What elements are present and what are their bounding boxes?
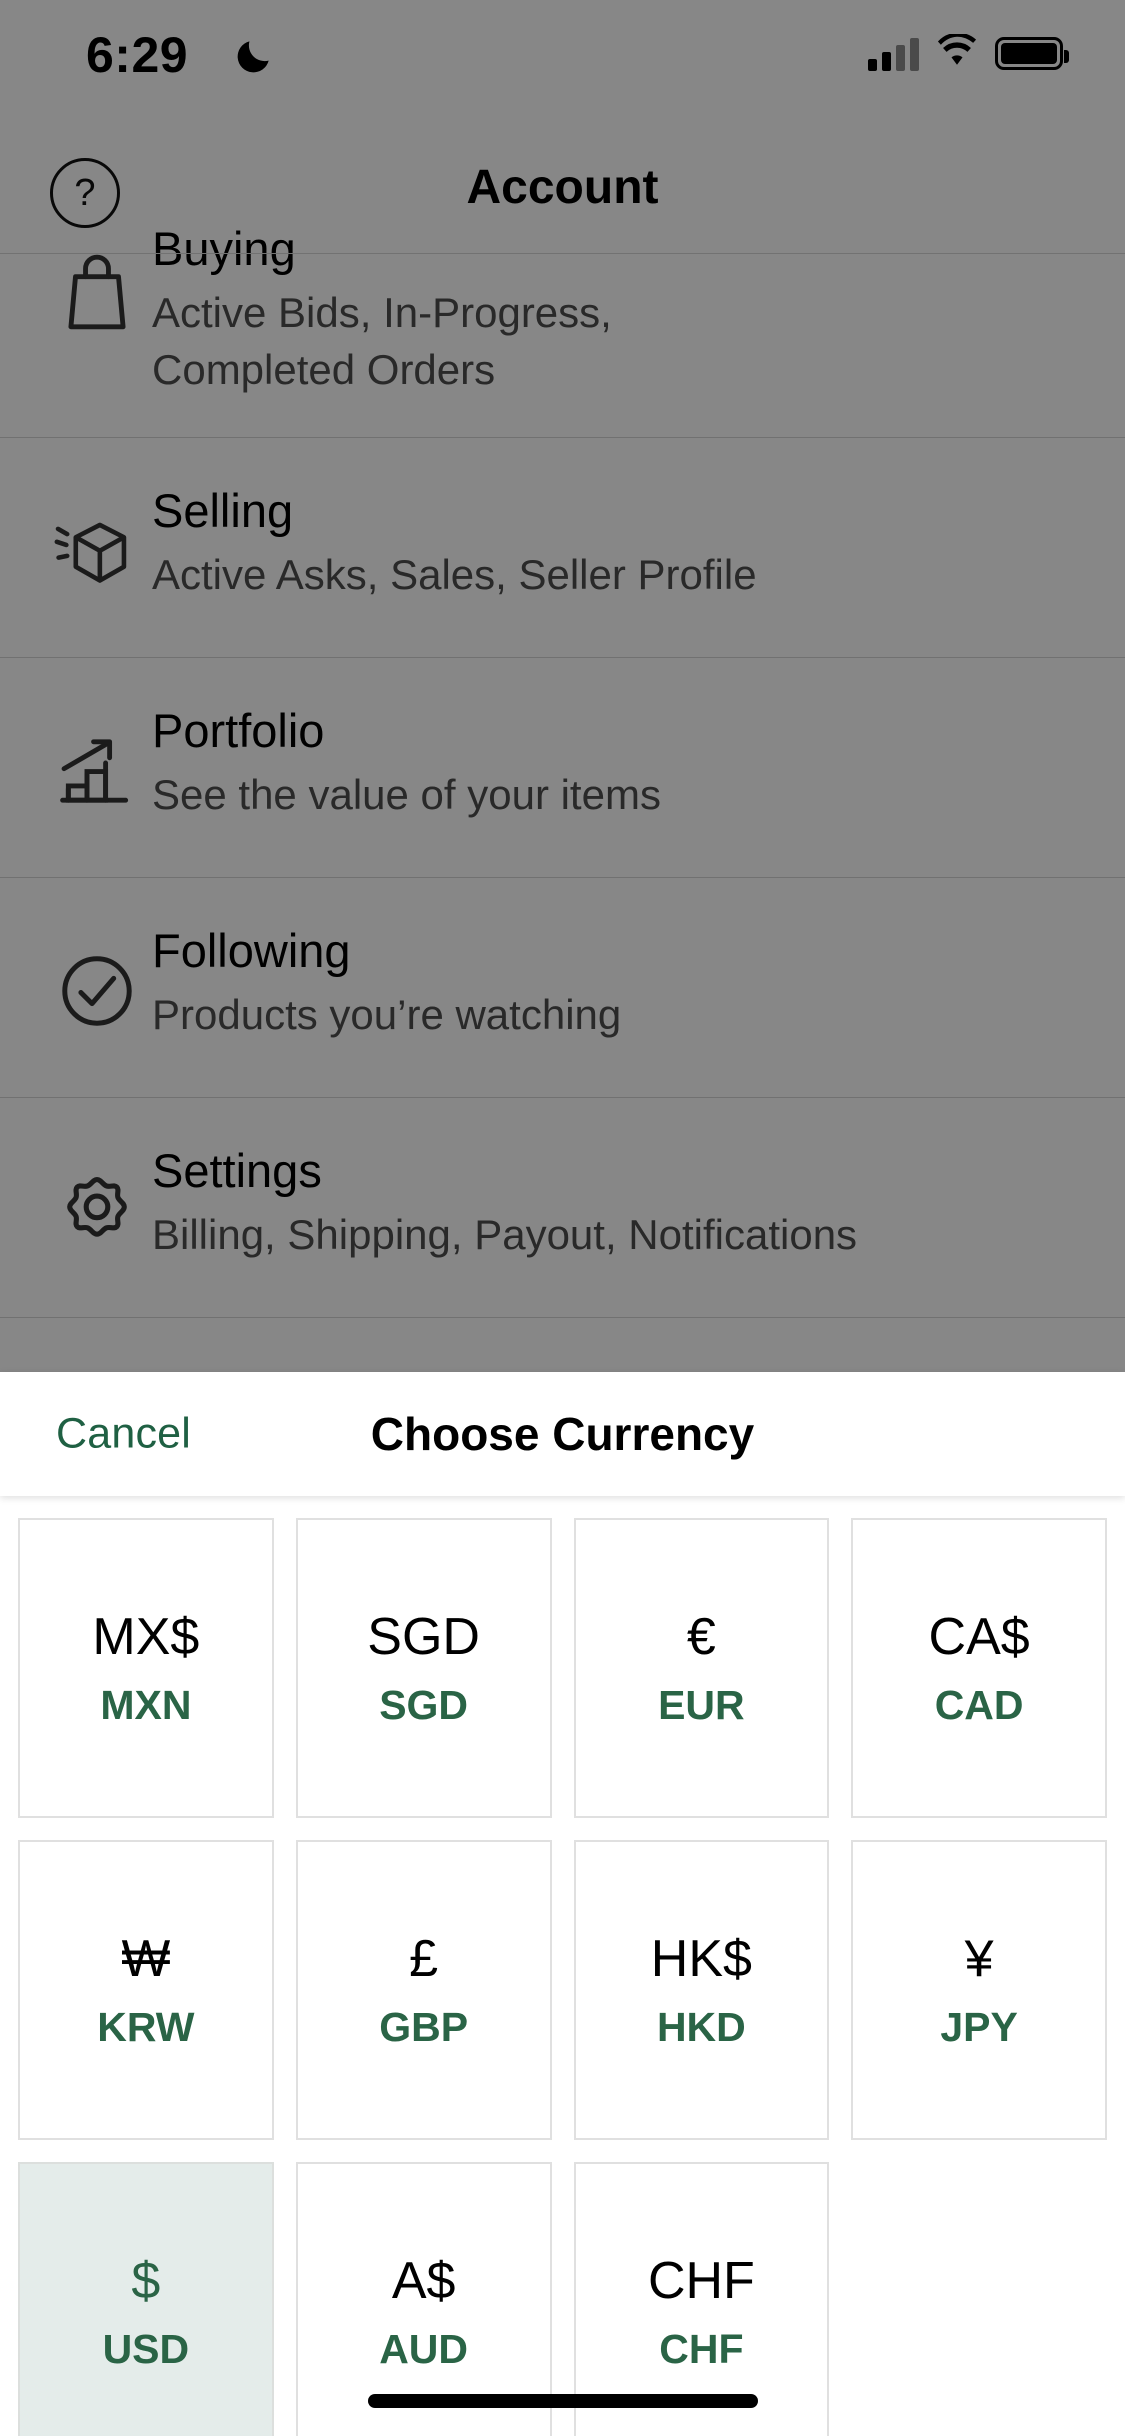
- choose-currency-sheet: Cancel Choose Currency MX$ MXN SGD SGD € EUR C…: [0, 1372, 1125, 2436]
- list-item-text: Settings Billing, Shipping, Payout, Noti…: [152, 1136, 887, 1264]
- list-item-following[interactable]: Following Products you’re watching: [0, 878, 1125, 1098]
- list-item-subtitle: Active Bids, In-Progress, Completed Orde…: [152, 289, 612, 394]
- cancel-button[interactable]: Cancel: [56, 1410, 191, 1459]
- list-item-portfolio[interactable]: Portfolio See the value of your items: [0, 658, 1125, 878]
- currency-symbol: MX$: [92, 1607, 200, 1666]
- list-item-text: Portfolio See the value of your items: [152, 696, 691, 824]
- currency-code: SGD: [379, 1681, 469, 1728]
- list-item-selling[interactable]: Selling Active Asks, Sales, Seller Profi…: [0, 438, 1125, 658]
- list-item-subtitle: Active Asks, Sales, Seller Profile: [152, 551, 757, 599]
- list-item-text: Following Products you’re watching: [152, 916, 651, 1044]
- currency-code: JPY: [940, 2003, 1018, 2050]
- currency-code: KRW: [97, 2003, 195, 2050]
- list-item-title: Selling: [152, 483, 294, 537]
- currency-grid-empty-slot: [851, 2162, 1107, 2436]
- status-bar: 6:29: [0, 0, 1125, 132]
- battery-full-icon: [995, 37, 1069, 70]
- page-title: Account: [466, 161, 659, 214]
- currency-symbol: $: [131, 2251, 161, 2310]
- list-item-settings[interactable]: Settings Billing, Shipping, Payout, Noti…: [0, 1098, 1125, 1318]
- status-bar-time: 6:29: [86, 27, 189, 83]
- list-item-title: Following: [152, 923, 351, 977]
- list-item-subtitle: Products you’re watching: [152, 991, 622, 1039]
- currency-code: CHF: [659, 2325, 744, 2372]
- list-item-subtitle: Billing, Shipping, Payout, Notifications: [152, 1211, 858, 1259]
- currency-code: USD: [102, 2325, 190, 2372]
- list-item-text: Selling Active Asks, Sales, Seller Profi…: [152, 476, 787, 604]
- currency-grid: MX$ MXN SGD SGD € EUR CA$ CAD ₩ KRW £ GBP HK$ HKD ¥ JPY…: [0, 1496, 1125, 2436]
- home-indicator: [367, 2394, 758, 2408]
- currency-symbol: £: [409, 1929, 439, 1988]
- list-item-subtitle: See the value of your items: [152, 771, 661, 819]
- navigation-bar: ? Account: [0, 132, 1125, 254]
- currency-tile-cad[interactable]: CA$ CAD: [851, 1518, 1107, 1818]
- currency-tile-sgd[interactable]: SGD SGD: [295, 1518, 552, 1818]
- currency-symbol: HK$: [650, 1929, 752, 1988]
- currency-symbol: ¥: [964, 1929, 994, 1988]
- currency-tile-mxn[interactable]: MX$ MXN: [18, 1518, 274, 1818]
- currency-symbol: ₩: [121, 1929, 171, 1988]
- currency-symbol: CA$: [928, 1607, 1030, 1666]
- sheet-header: Cancel Choose Currency: [0, 1372, 1125, 1496]
- account-screen-backdrop: 6:29 ? Account Buying Active Bids, In-Pr…: [0, 0, 1125, 1372]
- currency-code: EUR: [658, 1681, 745, 1728]
- currency-tile-hkd[interactable]: HK$ HKD: [573, 1840, 830, 2140]
- gear-icon: [42, 1136, 152, 1254]
- account-menu-list: Buying Active Bids, In-Progress, Complet…: [0, 176, 1125, 1318]
- list-item-title: Portfolio: [152, 703, 325, 757]
- currency-tile-eur[interactable]: € EUR: [573, 1518, 830, 1818]
- currency-code: CAD: [934, 1681, 1024, 1728]
- phone-screen: 6:29 ? Account Buying Active Bids, In-Pr…: [0, 0, 1125, 2436]
- currency-tile-gbp[interactable]: £ GBP: [295, 1840, 552, 2140]
- currency-code: HKD: [656, 2003, 746, 2050]
- list-item-title: Settings: [152, 1143, 322, 1197]
- check-circle-icon: [42, 916, 152, 1032]
- currency-symbol: CHF: [647, 2251, 755, 2310]
- currency-code: MXN: [100, 1681, 192, 1728]
- currency-tile-usd[interactable]: $ USD: [18, 2162, 274, 2436]
- currency-symbol: €: [686, 1607, 716, 1666]
- moon-icon: [232, 34, 276, 83]
- currency-symbol: SGD: [367, 1607, 480, 1666]
- currency-code: GBP: [379, 2003, 469, 2050]
- shipping-box-icon: [42, 476, 152, 596]
- currency-tile-krw[interactable]: ₩ KRW: [18, 1840, 274, 2140]
- currency-symbol: A$: [391, 2251, 456, 2310]
- wifi-icon: [935, 32, 979, 73]
- currency-code: AUD: [379, 2325, 469, 2372]
- cellular-signal-icon: [868, 37, 919, 71]
- bar-chart-trending-up-icon: [42, 696, 152, 816]
- status-bar-indicators: [868, 32, 1069, 73]
- currency-tile-jpy[interactable]: ¥ JPY: [851, 1840, 1107, 2140]
